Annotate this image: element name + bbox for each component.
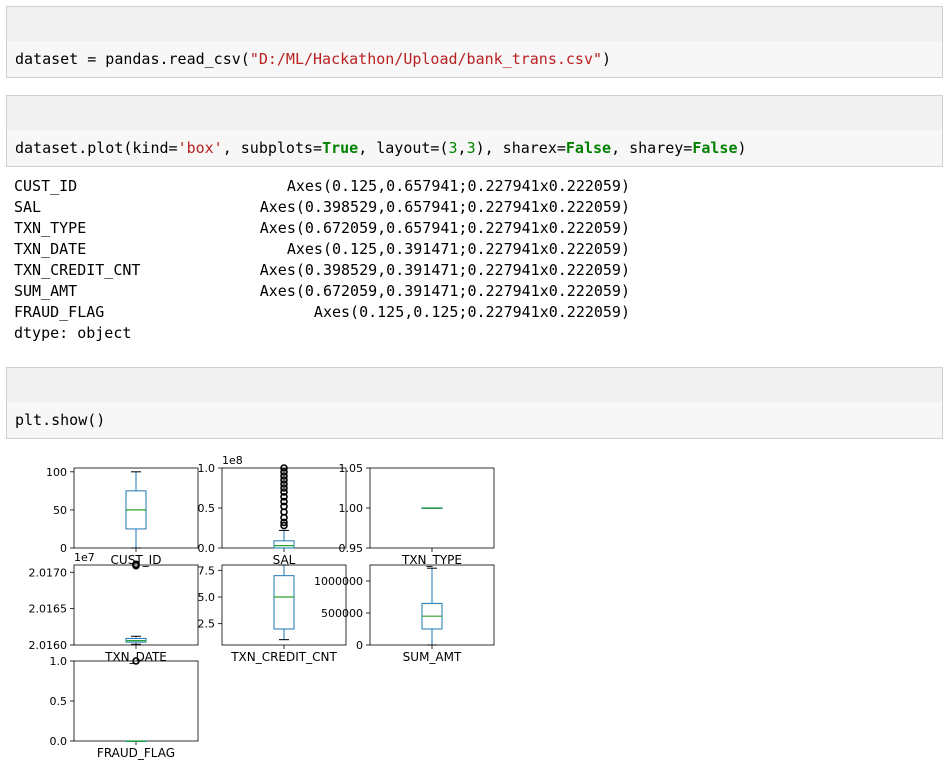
output-value: Axes(0.398529,0.391471;0.227941x0.222059… (259, 261, 630, 279)
output-row: TXN_DATE Axes(0.125,0.391471;0.227941x0.2… (14, 239, 630, 260)
code-token: ), sharex= (475, 139, 566, 157)
code-token: , layout=( (358, 139, 449, 157)
axes-frame (73, 564, 199, 646)
cell-2-output: CUST_ID Axes(0.125,0.657941;0.227941x0.22… (14, 176, 630, 344)
output-value: Axes(0.672059,0.391471;0.227941x0.222059… (259, 282, 630, 300)
output-row: TXN_CREDIT_CNT Axes(0.398529,0.391471;0.2… (14, 260, 630, 281)
code-token: plt.show() (15, 411, 106, 429)
output-key: CUST_ID (14, 177, 78, 195)
iqr-box (273, 540, 295, 549)
subplot-cust-id: 050100CUST_ID (46, 466, 199, 567)
output-dtype: dtype: object (14, 324, 132, 342)
y-tick-label: 1.00 (339, 502, 364, 515)
cell-3-prompt-area (6, 367, 943, 403)
boxplot-figure: 050100CUST_ID0.00.51.0SAL1e80.951.001.05… (29, 454, 495, 760)
y-tick-label: 0 (60, 542, 67, 555)
output-value: Axes(0.125,0.391471;0.227941x0.222059) (286, 240, 630, 258)
output-key: TXN_CREDIT_CNT (14, 261, 141, 279)
y-tick-label: 2.0160 (29, 639, 68, 652)
output-key: TXN_TYPE (14, 219, 87, 237)
y-tick-label: 100 (46, 466, 67, 479)
iqr-box (273, 575, 295, 630)
output-key: FRAUD_FLAG (14, 303, 105, 321)
output-value: Axes(0.125,0.657941;0.227941x0.222059) (286, 177, 630, 195)
subplot-fraud-flag: 0.0 0.5 1.0 FRAUD_FLAG (50, 655, 199, 760)
cell-1-code[interactable]: dataset = pandas.read_csv("D:/ML/Hackath… (6, 41, 943, 78)
y-tick-label: 500000 (321, 607, 363, 620)
code-token: dataset.plot(kind= (15, 139, 178, 157)
y-tick-label: 2.5 (198, 618, 216, 631)
y-tick-label: 0.95 (339, 542, 364, 555)
y-tick-label: 7.5 (198, 564, 216, 577)
code-token: "D:/ML/Hackathon/Upload/bank_trans.csv" (249, 50, 603, 68)
subplot-txn-type: 0.951.001.05TXN_TYPE (339, 462, 495, 567)
output-key: SUM_AMT (14, 282, 78, 300)
axes-frame (73, 660, 199, 742)
code-token: False (692, 139, 738, 157)
y-tick-label: 1.0 (50, 655, 68, 668)
output-key: TXN_DATE (14, 240, 87, 258)
output-row: SUM_AMT Axes(0.672059,0.391471;0.227941x0… (14, 281, 630, 302)
code-token: , (457, 139, 467, 157)
code-token: 3 (448, 139, 458, 157)
subplot-txn-date: 2.0160 2.0165 2.0170 TXN_DATE 1e7 (29, 551, 199, 664)
output-row: FRAUD_FLAG Axes(0.125,0.125;0.227941x0.22… (14, 302, 630, 323)
output-row: TXN_TYPE Axes(0.672059,0.657941;0.227941x… (14, 218, 630, 239)
y-tick-label: 0 (356, 639, 363, 652)
x-tick-label: FRAUD_FLAG (97, 746, 175, 760)
y-tick-label: 5.0 (198, 591, 216, 604)
y-tick-label: 0.5 (50, 695, 68, 708)
y-tick-label: 1.0 (198, 462, 216, 475)
y-tick-label: 2.0170 (29, 566, 68, 579)
output-row: CUST_ID Axes(0.125,0.657941;0.227941x0.22… (14, 176, 630, 197)
y-tick-label: 0.0 (198, 542, 216, 555)
code-token: ) (602, 50, 612, 68)
x-tick-label: TXN_CREDIT_CNT (230, 650, 337, 664)
offset-label: 1e8 (222, 454, 243, 467)
output-value: Axes(0.398529,0.657941;0.227941x0.222059… (259, 198, 630, 216)
y-tick-label: 0.5 (198, 502, 216, 515)
output-value: Axes(0.672059,0.657941;0.227941x0.222059… (259, 219, 630, 237)
cell-2-prompt-area (6, 95, 943, 131)
offset-label: 1e7 (74, 551, 95, 564)
subplot-sum-amt: 0 500000 1000000 SUM_AMT (314, 564, 495, 664)
y-tick-label: 50 (53, 504, 67, 517)
y-tick-label: 1000000 (314, 575, 363, 588)
code-token: True (322, 139, 359, 157)
y-tick-label: 0.0 (50, 735, 68, 748)
output-value: Axes(0.125,0.125;0.227941x0.222059) (313, 303, 630, 321)
code-token: 'box' (177, 139, 223, 157)
output-row: SAL Axes(0.398529,0.657941;0.227941x0.222… (14, 197, 630, 218)
code-token: 3 (466, 139, 476, 157)
code-token: , subplots= (222, 139, 323, 157)
cell-1-prompt-area (6, 6, 943, 42)
output-key: SAL (14, 198, 42, 216)
cell-3-code[interactable]: plt.show() (6, 402, 943, 439)
cell-2-code[interactable]: dataset.plot(kind='box', subplots=True, … (6, 130, 943, 167)
code-token: dataset = pandas.read_csv( (15, 50, 250, 68)
x-tick-label: TXN_DATE (104, 650, 167, 664)
y-tick-label: 2.0165 (29, 603, 68, 616)
code-token: ) (737, 139, 747, 157)
code-token: False (565, 139, 612, 157)
y-tick-label: 1.05 (339, 462, 364, 475)
subplot-sal: 0.00.51.0SAL1e8 (198, 454, 347, 567)
code-token: , sharey= (611, 139, 693, 157)
x-tick-label: SUM_AMT (403, 650, 462, 664)
